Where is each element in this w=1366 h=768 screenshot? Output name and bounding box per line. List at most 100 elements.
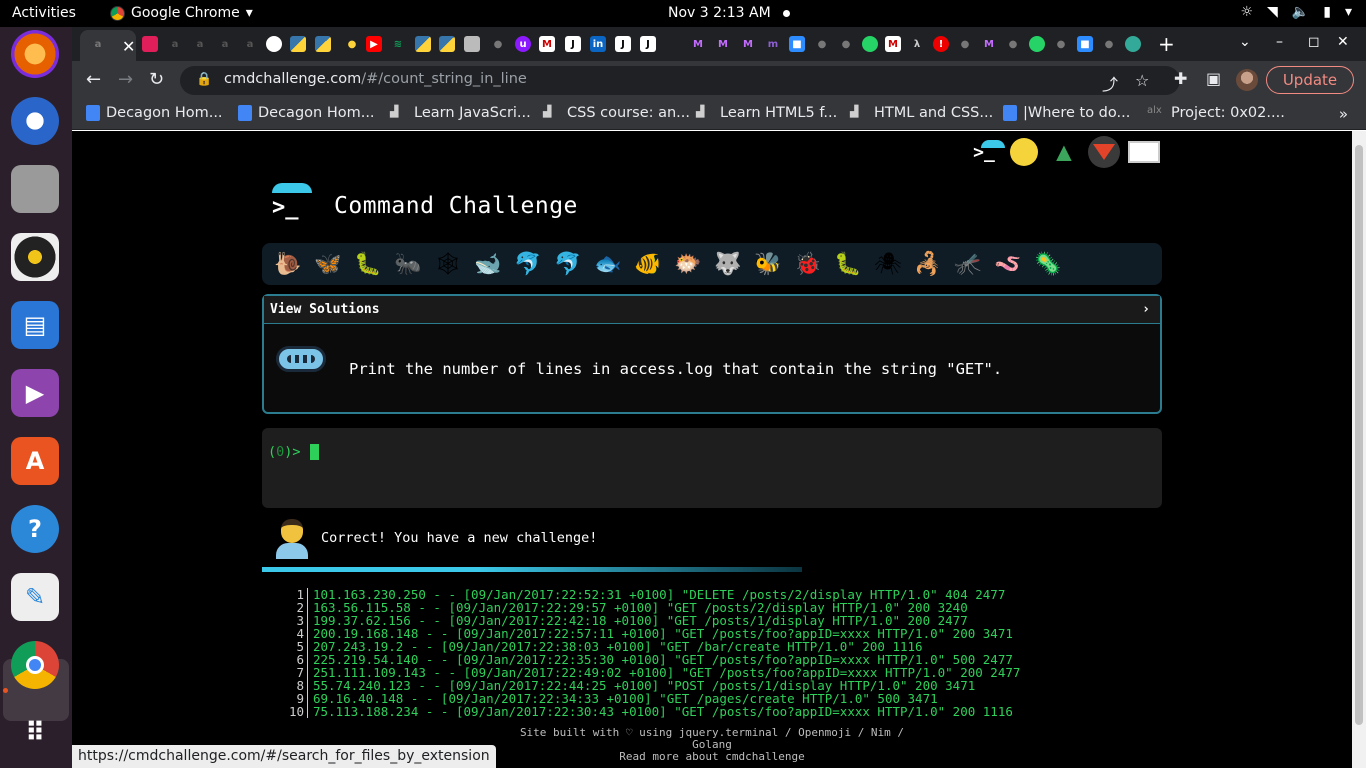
- zoom-tab-icon[interactable]: ■: [789, 36, 805, 52]
- tab-active[interactable]: ✕: [80, 30, 136, 61]
- level-icon[interactable]: 🐬: [548, 247, 588, 281]
- level-icon[interactable]: 🦠: [1028, 247, 1068, 281]
- extensions-icon[interactable]: ✚: [1174, 69, 1187, 88]
- level-icon[interactable]: 🦂: [908, 247, 948, 281]
- rhythmbox-icon[interactable]: [11, 233, 59, 281]
- github-tab-icon[interactable]: ●: [838, 36, 854, 52]
- videos-icon[interactable]: ▶: [11, 369, 59, 417]
- tab-icon[interactable]: J: [565, 36, 581, 52]
- reload-button[interactable]: ↻: [149, 69, 164, 90]
- update-button[interactable]: Update: [1266, 66, 1354, 94]
- level-icon[interactable]: 🐡: [668, 247, 708, 281]
- github-tab-icon[interactable]: ●: [1005, 36, 1021, 52]
- python-tab-icon[interactable]: [415, 36, 431, 52]
- bookmark-item[interactable]: ▟ CSS course: an...: [543, 105, 690, 121]
- lock-icon[interactable]: 🔒: [196, 72, 212, 87]
- globe-tab-icon[interactable]: [266, 36, 282, 52]
- tab-icon[interactable]: [1125, 36, 1141, 52]
- tab-icon[interactable]: M: [981, 36, 997, 52]
- tab-icon[interactable]: M: [715, 36, 731, 52]
- tab-icon[interactable]: J: [640, 36, 656, 52]
- bookmark-item[interactable]: Decagon Hom...: [238, 105, 375, 121]
- whatsapp-tab-icon[interactable]: [862, 36, 878, 52]
- doc-tab-icon[interactable]: [464, 36, 480, 52]
- writer-icon[interactable]: ▤: [11, 301, 59, 349]
- gitlab-link[interactable]: [1084, 135, 1124, 169]
- firefox-icon[interactable]: [11, 30, 59, 78]
- github-tab-icon[interactable]: ●: [957, 36, 973, 52]
- github-tab-icon[interactable]: ●: [1101, 36, 1117, 52]
- level-icon[interactable]: 🦋: [308, 247, 348, 281]
- level-icon[interactable]: 🕷: [868, 247, 908, 281]
- terminal[interactable]: (0)>: [262, 428, 1162, 508]
- level-icon[interactable]: 🪱: [988, 247, 1028, 281]
- help-icon[interactable]: ?: [11, 505, 59, 553]
- level-icon[interactable]: 🐌: [268, 247, 308, 281]
- alx-tab-icon[interactable]: a: [192, 36, 208, 52]
- github-tab-icon[interactable]: ●: [490, 36, 506, 52]
- level-icon[interactable]: 🐛: [828, 247, 868, 281]
- level-icon[interactable]: 🕸: [428, 247, 468, 281]
- level-icon[interactable]: 🐠: [628, 247, 668, 281]
- thunderbird-icon[interactable]: [11, 97, 59, 145]
- tab-icon[interactable]: u: [515, 36, 531, 52]
- bookmark-item[interactable]: alx Project: 0x02....: [1147, 105, 1285, 121]
- level-icon[interactable]: 🐜: [388, 247, 428, 281]
- tab-icon[interactable]: ≋: [390, 36, 406, 52]
- alert-tab-icon[interactable]: !: [933, 36, 949, 52]
- text-editor-icon[interactable]: ✎: [11, 573, 59, 621]
- level-icon[interactable]: 🦟: [948, 247, 988, 281]
- chrome-dock-icon[interactable]: [11, 641, 59, 689]
- system-tray[interactable]: ☼ ◥ 🔈 ▮ ▾: [1240, 4, 1352, 20]
- alx-tab-icon[interactable]: a: [217, 36, 233, 52]
- python-tab-icon[interactable]: [315, 36, 331, 52]
- share-icon[interactable]: ⤴: [1102, 71, 1118, 95]
- tab-icon[interactable]: M: [690, 36, 706, 52]
- page-scrollbar[interactable]: [1352, 131, 1366, 768]
- python-tab-icon[interactable]: [439, 36, 455, 52]
- terminal-link[interactable]: >_: [964, 135, 1005, 169]
- activities-button[interactable]: Activities: [12, 5, 76, 21]
- level-icon[interactable]: 🐞: [788, 247, 828, 281]
- tab-close-icon[interactable]: ✕: [122, 37, 135, 56]
- back-button[interactable]: ←: [86, 69, 101, 90]
- more-bookmarks-button[interactable]: »: [1339, 105, 1348, 123]
- youtube-tab-icon[interactable]: ▶: [366, 36, 382, 52]
- view-solutions-toggle[interactable]: View Solutions ›: [264, 296, 1160, 324]
- tab-favicon-icon[interactable]: a: [90, 36, 106, 52]
- level-icon[interactable]: 🐬: [508, 247, 548, 281]
- tab-icon[interactable]: m: [765, 36, 781, 52]
- new-tab-button[interactable]: +: [1158, 32, 1175, 56]
- emoji-link[interactable]: [1004, 135, 1044, 169]
- mail-link[interactable]: [1124, 135, 1164, 169]
- python-tab-icon[interactable]: [290, 36, 306, 52]
- bookmark-item[interactable]: ▟ Learn HTML5 f...: [696, 105, 837, 121]
- level-icon[interactable]: 🐋: [468, 247, 508, 281]
- zoom-tab-icon[interactable]: ■: [1077, 36, 1093, 52]
- footer-about-link[interactable]: Read more about cmdchallenge: [508, 751, 916, 763]
- slack-tab-icon[interactable]: [142, 36, 158, 52]
- gmail-tab-icon[interactable]: M: [539, 36, 555, 52]
- level-icon[interactable]: 🐟: [588, 247, 628, 281]
- profile-avatar[interactable]: [1236, 69, 1258, 91]
- footer-credits[interactable]: Site built with ♡ using jquery.terminal …: [508, 727, 916, 751]
- scrollbar-thumb[interactable]: [1355, 145, 1363, 725]
- alx-tab-icon[interactable]: a: [242, 36, 258, 52]
- level-icon[interactable]: 🐛: [348, 247, 388, 281]
- app-menu[interactable]: Google Chrome ▾: [110, 5, 253, 21]
- bookmark-item[interactable]: ▟ HTML and CSS...: [850, 105, 993, 121]
- bookmark-star-icon[interactable]: ☆: [1135, 71, 1149, 90]
- whatsapp-tab-icon[interactable]: [1029, 36, 1045, 52]
- tab-search-icon[interactable]: ⌄: [1239, 34, 1251, 50]
- github-tab-icon[interactable]: ●: [1053, 36, 1069, 52]
- tab-icon[interactable]: λ: [909, 36, 925, 52]
- tab-icon[interactable]: J: [615, 36, 631, 52]
- site-logo[interactable]: >_: [270, 183, 312, 223]
- tab-icon[interactable]: M: [740, 36, 756, 52]
- bookmark-item[interactable]: |Where to do...: [1003, 105, 1130, 121]
- minimize-button[interactable]: –: [1276, 34, 1283, 50]
- alx-tab-icon[interactable]: a: [167, 36, 183, 52]
- bookmark-item[interactable]: ▟ Learn JavaScri...: [390, 105, 531, 121]
- bookmark-item[interactable]: Decagon Hom...: [86, 105, 223, 121]
- software-icon[interactable]: A: [11, 437, 59, 485]
